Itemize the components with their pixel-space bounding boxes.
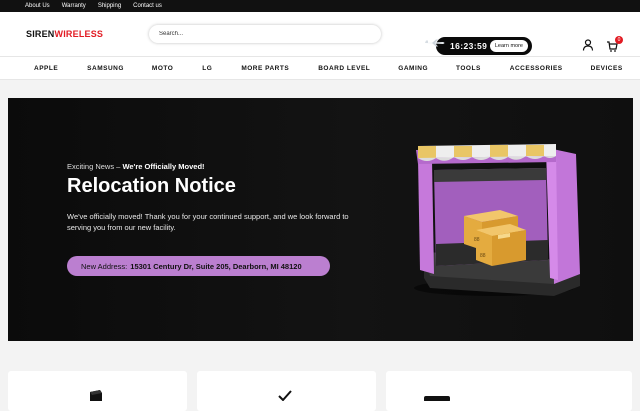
logo-text-siren: SIREN (26, 29, 55, 39)
nav-item-more-parts[interactable]: MORE PARTS (241, 65, 289, 72)
learn-more-button[interactable]: Learn more (489, 40, 528, 52)
svg-text:88: 88 (480, 253, 486, 259)
countdown-timer: 16:23:59 (450, 41, 488, 51)
feature-cards-row (0, 371, 640, 411)
countdown-pill: 16:23:59 Learn more (436, 37, 532, 55)
address-label: New Address: (81, 261, 128, 271)
cart-count-badge: 0 (615, 36, 623, 44)
logo-text-wireless: WIRELESS (54, 29, 104, 39)
nav-item-gaming[interactable]: GAMING (398, 65, 428, 72)
nav-item-accessories[interactable]: ACCESSORIES (510, 65, 563, 72)
header-icons: 0 (582, 36, 623, 52)
warranty-link[interactable]: Warranty (62, 3, 86, 9)
svg-text:88: 88 (474, 237, 480, 243)
nav-item-devices[interactable]: DEVICES (591, 65, 623, 72)
feature-card-2[interactable] (197, 371, 376, 411)
about-us-link[interactable]: About Us (25, 3, 50, 9)
hero-description: We've officially moved! Thank you for yo… (67, 212, 349, 232)
search-input[interactable] (159, 31, 381, 37)
relocation-hero-banner[interactable]: Exciting News – We're Officially Moved! … (8, 98, 633, 341)
main-nav: APPLE SAMSUNG MOTO LG MORE PARTS BOARD L… (0, 56, 640, 80)
hero-eyebrow-prefix: Exciting News – (67, 162, 123, 171)
logo[interactable]: SIRENWIRELESS (26, 29, 103, 39)
storefront-illustration: 88 88 (414, 144, 580, 296)
cart-button[interactable]: 0 (606, 36, 623, 52)
box-icon (90, 390, 102, 401)
shipping-link[interactable]: Shipping (98, 3, 121, 9)
search-box[interactable] (149, 25, 381, 43)
feature-card-1[interactable] (8, 371, 187, 411)
hero-eyebrow: Exciting News – We're Officially Moved! (67, 162, 205, 171)
nav-item-apple[interactable]: APPLE (34, 65, 58, 72)
top-utility-bar: About Us Warranty Shipping Contact us (0, 0, 640, 12)
nav-item-tools[interactable]: TOOLS (456, 65, 481, 72)
card-icon (424, 396, 450, 401)
new-address-button[interactable]: New Address: 15301 Century Dr, Suite 205… (67, 256, 330, 276)
nav-item-board-level[interactable]: BOARD LEVEL (318, 65, 370, 72)
hero-title: Relocation Notice (67, 175, 236, 197)
contact-us-link[interactable]: Contact us (133, 3, 162, 9)
airplane-icon (425, 39, 445, 47)
feature-card-3[interactable] (386, 371, 632, 411)
check-icon (278, 390, 292, 401)
hero-eyebrow-bold: We're Officially Moved! (122, 162, 205, 171)
nav-item-moto[interactable]: MOTO (152, 65, 173, 72)
address-value: 15301 Century Dr, Suite 205, Dearborn, M… (130, 261, 302, 271)
site-header: SIRENWIRELESS 16:23:59 Learn more 0 (0, 12, 640, 56)
nav-item-samsung[interactable]: SAMSUNG (87, 65, 124, 72)
user-icon[interactable] (582, 39, 594, 51)
nav-item-lg[interactable]: LG (202, 65, 212, 72)
promo-countdown: 16:23:59 Learn more (422, 37, 532, 55)
